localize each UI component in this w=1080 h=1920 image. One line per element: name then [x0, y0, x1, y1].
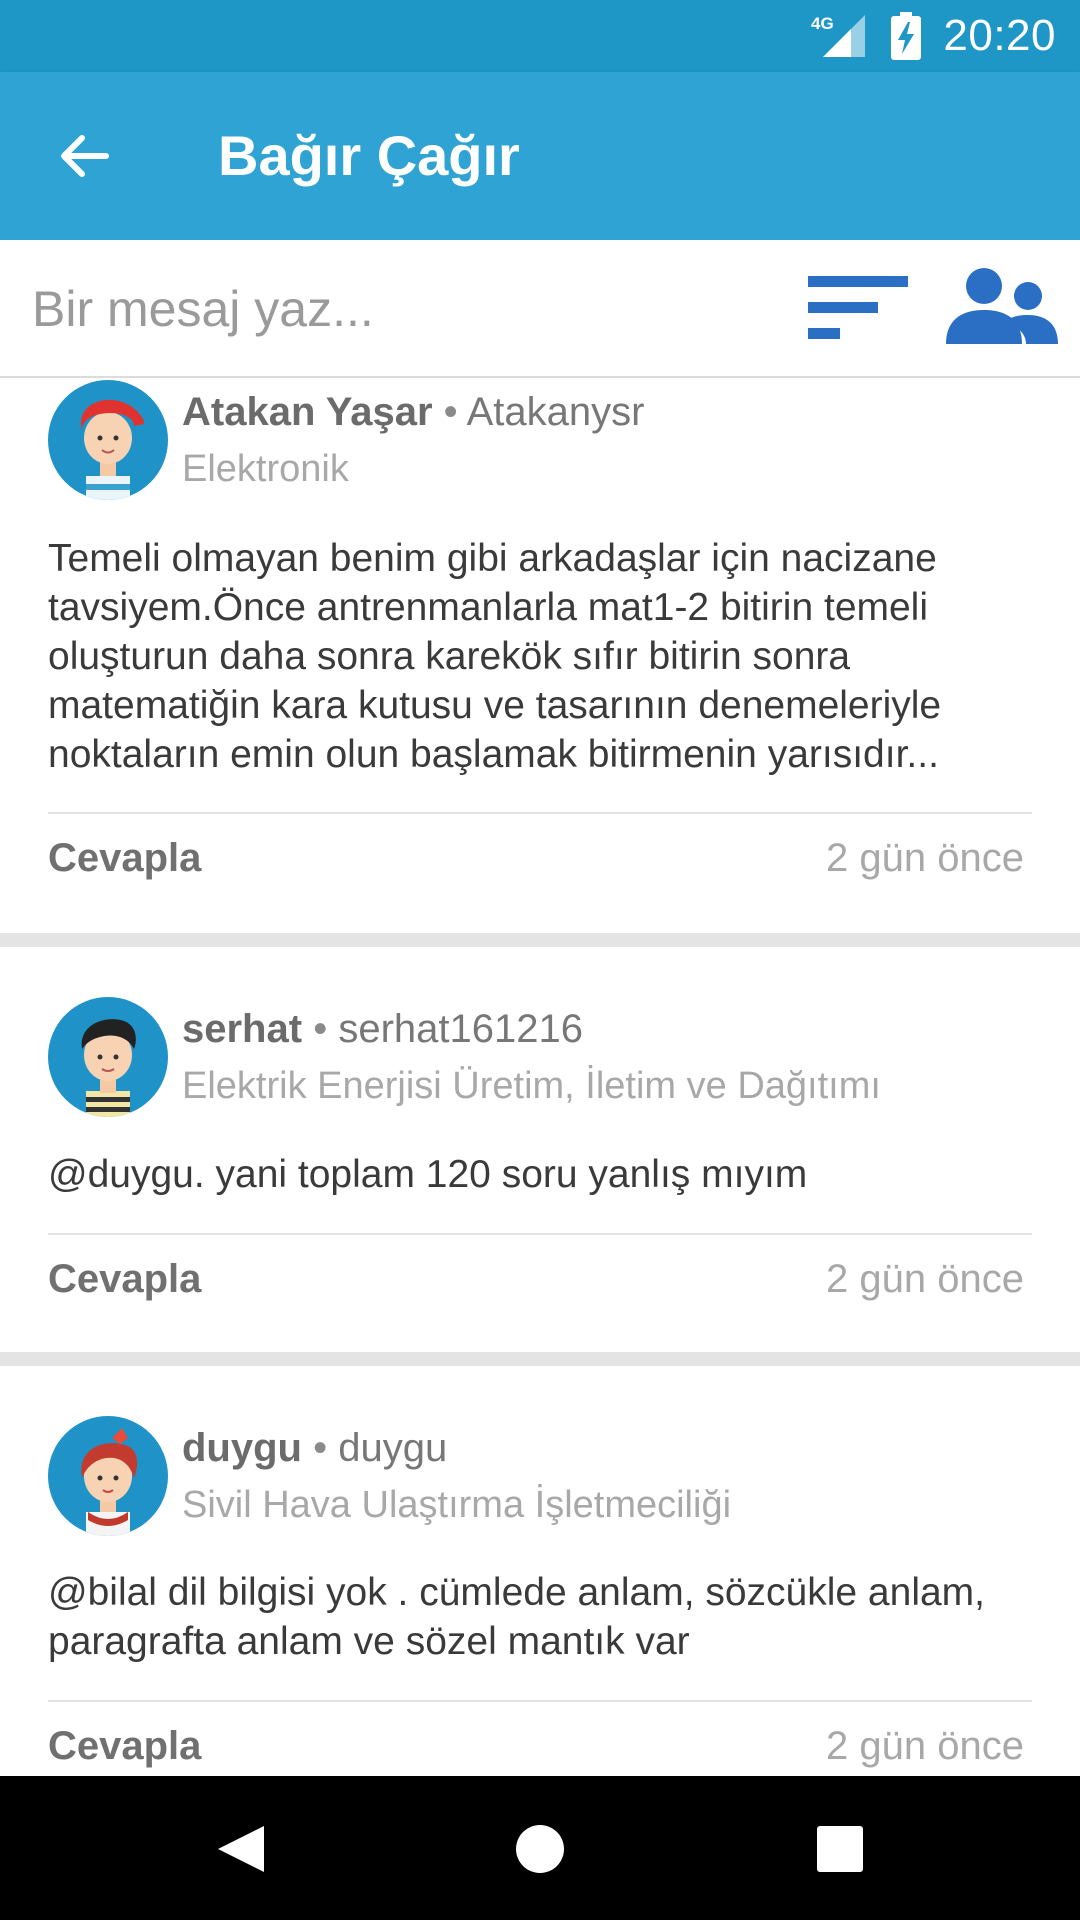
- composer-bar: [0, 240, 1080, 378]
- status-bar: 4G 20:20: [0, 0, 1080, 72]
- author-handle: serhat161216: [338, 1007, 583, 1051]
- boy-avatar-icon: [81, 1019, 136, 1117]
- battery-charging-icon: [891, 12, 922, 60]
- reply-button[interactable]: Cevapla: [48, 1257, 201, 1302]
- author-line: serhat • serhat161216: [182, 1007, 583, 1052]
- post-card: serhat • serhat161216 Elektrik Enerjisi …: [0, 947, 1080, 1352]
- card-separator: [0, 1352, 1080, 1366]
- card-separator: [0, 933, 1080, 947]
- nav-back-icon[interactable]: [214, 1824, 268, 1874]
- message-input[interactable]: [30, 240, 794, 378]
- page-title: Bağır Çağır: [218, 124, 520, 187]
- app-bar: Bağır Çağır: [0, 72, 1080, 240]
- author-name[interactable]: Atakan Yaşar: [182, 390, 433, 434]
- post-card: Atakan Yaşar • Atakanysr Elektronik Teme…: [0, 378, 1080, 933]
- author-handle: duygu: [338, 1426, 448, 1470]
- separator-dot: •: [313, 1007, 328, 1051]
- girl-avatar-icon: [81, 1428, 138, 1536]
- separator-dot: •: [443, 390, 458, 434]
- svg-text:4G: 4G: [811, 14, 834, 33]
- post-body: @duygu. yani toplam 120 soru yanlış mıyı…: [48, 1153, 808, 1196]
- post-timestamp: 2 gün önce: [826, 1724, 1024, 1768]
- author-department: Elektrik Enerjisi Üretim, İletim ve Dağı…: [182, 1065, 881, 1107]
- divider: [48, 1700, 1032, 1702]
- author-department: Elektronik: [182, 448, 349, 490]
- author-name[interactable]: serhat: [182, 1007, 302, 1051]
- back-arrow-icon[interactable]: [56, 128, 112, 184]
- nav-home-icon[interactable]: [516, 1825, 564, 1873]
- clock: 20:20: [943, 11, 1056, 60]
- filter-sort-icon[interactable]: [808, 272, 908, 342]
- nav-recents-icon[interactable]: [817, 1826, 863, 1872]
- message-feed[interactable]: Atakan Yaşar • Atakanysr Elektronik Teme…: [0, 378, 1080, 1776]
- separator-dot: •: [313, 1426, 328, 1470]
- reply-button[interactable]: Cevapla: [48, 836, 201, 881]
- reply-button[interactable]: Cevapla: [48, 1724, 201, 1769]
- post-body: Temeli olmayan benim gibi arkadaşlar içi…: [48, 537, 942, 776]
- divider: [48, 812, 1032, 814]
- avatar[interactable]: [48, 380, 168, 500]
- post-timestamp: 2 gün önce: [826, 836, 1024, 880]
- boy-cap-avatar-icon: [81, 399, 145, 500]
- author-name[interactable]: duygu: [182, 1426, 302, 1470]
- post-card: duygu • duygu Sivil Hava Ulaştırma İşlet…: [0, 1366, 1080, 1776]
- author-handle: Atakanysr: [466, 390, 645, 434]
- network-signal-icon: 4G: [811, 14, 866, 57]
- avatar[interactable]: [48, 1416, 168, 1536]
- author-line: Atakan Yaşar • Atakanysr: [182, 390, 644, 435]
- author-department: Sivil Hava Ulaştırma İşletmeciliği: [182, 1484, 732, 1526]
- author-line: duygu • duygu: [182, 1426, 447, 1471]
- avatar[interactable]: [48, 997, 168, 1117]
- post-body: @bilal dil bilgisi yok . cümlede anlam, …: [48, 1571, 985, 1663]
- divider: [48, 1233, 1032, 1235]
- users-group-icon[interactable]: [946, 266, 1058, 348]
- post-timestamp: 2 gün önce: [826, 1257, 1024, 1301]
